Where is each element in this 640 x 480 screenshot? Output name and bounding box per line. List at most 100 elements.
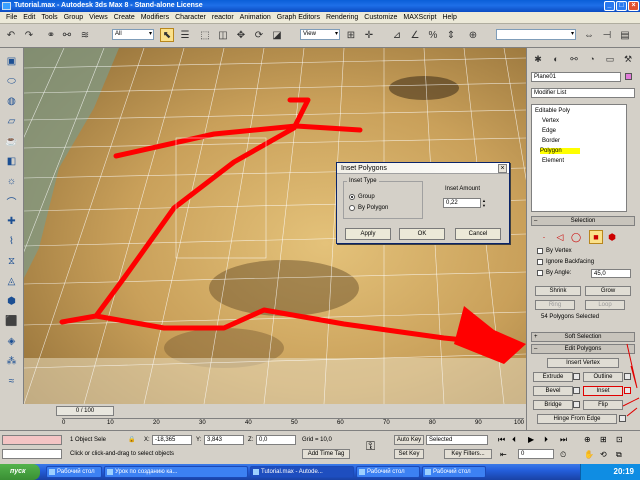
hinge-from-edge-button[interactable]: Hinge From Edge (537, 414, 617, 424)
select-and-scale-icon[interactable]: ◪ (270, 28, 284, 42)
selected-dropdown[interactable]: Selected (426, 435, 488, 445)
create-camera-icon[interactable]: ◧ (4, 154, 19, 168)
zoom-icon[interactable]: ⊕ (584, 435, 591, 444)
key-mode-icon[interactable]: ⇤ (500, 450, 507, 459)
menu-maxscript[interactable]: MAXScript (400, 14, 439, 21)
bevel-settings-icon[interactable] (573, 387, 580, 394)
menu-tools[interactable]: Tools (38, 14, 60, 21)
outline-button[interactable]: Outline (583, 372, 623, 382)
inset-amount-spinner-icon[interactable]: ▲ ▼ (482, 198, 487, 208)
menu-modifiers[interactable]: Modifiers (138, 14, 172, 21)
redo-icon[interactable]: ↷ (22, 28, 36, 42)
selection-filter-dropdown[interactable]: All (112, 29, 154, 40)
manipulate-icon[interactable]: ✛ (362, 28, 376, 42)
render-icon[interactable]: ⬛ (4, 314, 19, 328)
modify-tab-icon[interactable]: ◐ (549, 52, 563, 66)
percent-snap-icon[interactable]: % (426, 28, 440, 42)
next-frame-icon[interactable]: ⏵ (544, 435, 548, 445)
stack-vertex[interactable]: Vertex (542, 118, 559, 124)
maximize-button[interactable]: □ (616, 1, 627, 11)
inset-button[interactable]: Inset (583, 386, 623, 396)
create-plane-icon[interactable]: ▱ (4, 114, 19, 128)
mirror-icon[interactable]: ⇔ (582, 28, 596, 42)
inset-amount-input[interactable]: 0,22 (443, 198, 481, 208)
menu-edit[interactable]: Edit (20, 14, 38, 21)
modifier-bend-icon[interactable]: ⌇ (4, 234, 19, 248)
space-warp-icon[interactable]: ≈ (4, 374, 19, 388)
menu-graph-editors[interactable]: Graph Editors (274, 14, 323, 21)
stack-element[interactable]: Element (542, 158, 564, 164)
element-select-icon[interactable]: ⬢ (605, 230, 619, 244)
material-editor-icon[interactable]: ⬢ (4, 294, 19, 308)
create-tab-icon[interactable]: ✱ (531, 52, 545, 66)
task-3dsmax[interactable]: Tutorial.max - Autode... (250, 466, 354, 478)
by-polygon-radio[interactable]: By Polygon (349, 205, 388, 211)
soft-selection-rollout-header[interactable]: + Soft Selection (531, 332, 635, 342)
polygon-select-icon[interactable]: ■ (589, 230, 603, 244)
shrink-button[interactable]: Shrink (535, 286, 581, 296)
cancel-button[interactable]: Cancel (455, 228, 501, 240)
create-light-icon[interactable]: ☼ (4, 174, 19, 188)
edge-select-icon[interactable]: ◁ (553, 230, 567, 244)
modifier-twist-icon[interactable]: ⧖ (4, 254, 19, 268)
utilities-tab-icon[interactable]: ⚒ (621, 52, 635, 66)
undo-icon[interactable]: ↶ (4, 28, 18, 42)
by-vertex-checkbox[interactable]: By Vertex (537, 248, 572, 254)
z-coordinate-field[interactable]: 0,0 (256, 435, 296, 445)
menu-reactor[interactable]: reactor (209, 14, 237, 21)
maxscript-listener-field[interactable] (2, 435, 62, 445)
named-selection-sets-dropdown[interactable] (496, 29, 576, 40)
object-color-swatch[interactable] (625, 73, 632, 80)
insert-vertex-button[interactable]: Insert Vertex (547, 358, 619, 368)
x-coordinate-field[interactable]: -18,365 (152, 435, 192, 445)
snap-toggle-icon[interactable]: ⊿ (390, 28, 404, 42)
bridge-settings-icon[interactable] (573, 401, 580, 408)
stack-polygon[interactable]: Polygon (540, 148, 580, 154)
create-cylinder-icon[interactable]: ⬭ (4, 74, 19, 88)
maximize-viewport-icon[interactable]: ⧉ (616, 450, 622, 460)
by-angle-checkbox[interactable]: By Angle: (537, 270, 571, 276)
menu-group[interactable]: Group (61, 14, 86, 21)
pan-icon[interactable]: ✋ (584, 450, 594, 459)
menu-views[interactable]: Views (86, 14, 111, 21)
create-shape-icon[interactable]: ⌒ (4, 194, 19, 209)
hierarchy-tab-icon[interactable]: ⚯ (567, 52, 581, 66)
zoom-extents-icon[interactable]: ⊡ (616, 435, 623, 444)
bridge-button[interactable]: Bridge (533, 400, 573, 410)
minimize-button[interactable]: _ (604, 1, 615, 11)
menu-customize[interactable]: Customize (361, 14, 400, 21)
menu-rendering[interactable]: Rendering (323, 14, 361, 21)
go-to-end-icon[interactable]: ⏭ (560, 435, 567, 445)
lock-icon[interactable]: 🔒 (128, 436, 135, 443)
time-configuration-icon[interactable]: ⏲ (560, 450, 566, 460)
create-sphere-icon[interactable]: ◍ (4, 94, 19, 108)
start-button[interactable]: пуск (0, 464, 40, 480)
rectangular-selection-icon[interactable]: ⬚ (198, 28, 212, 42)
create-helper-icon[interactable]: ✚ (4, 214, 19, 228)
menu-help[interactable]: Help (439, 14, 459, 21)
hinge-settings-icon[interactable] (619, 415, 626, 422)
menu-animation[interactable]: Animation (237, 14, 274, 21)
task-desktop-1[interactable]: Рабочий стол (46, 466, 102, 478)
time-slider[interactable]: 0 / 100 (56, 406, 114, 416)
select-and-move-icon[interactable]: ✥ (234, 28, 248, 42)
loop-button[interactable]: Loop (585, 300, 625, 310)
selection-rollout-header[interactable]: – Selection (531, 216, 635, 226)
y-coordinate-field[interactable]: 3,843 (204, 435, 244, 445)
play-icon[interactable]: ▶ (528, 435, 534, 444)
angle-snap-icon[interactable]: ∠ (408, 28, 422, 42)
align-icon[interactable]: ⊣ (600, 28, 614, 42)
object-name-field[interactable]: Plane01 (531, 72, 621, 82)
select-by-name-icon[interactable]: ☰ (178, 28, 192, 42)
select-object-icon[interactable]: ⬉ (160, 28, 174, 42)
angle-input[interactable]: 45,0 (591, 269, 631, 278)
menu-file[interactable]: File (3, 14, 20, 21)
modifier-list-dropdown[interactable]: Modifier List (531, 88, 635, 98)
stack-border[interactable]: Border (542, 138, 560, 144)
stack-editable-poly[interactable]: Editable Poly (535, 108, 570, 114)
add-time-tag-button[interactable]: Add Time Tag (302, 449, 350, 459)
previous-frame-icon[interactable]: ⏴ (512, 435, 516, 445)
arc-rotate-icon[interactable]: ⟲ (600, 450, 607, 459)
select-and-rotate-icon[interactable]: ⟳ (252, 28, 266, 42)
go-to-start-icon[interactable]: ⏮ (498, 435, 505, 445)
